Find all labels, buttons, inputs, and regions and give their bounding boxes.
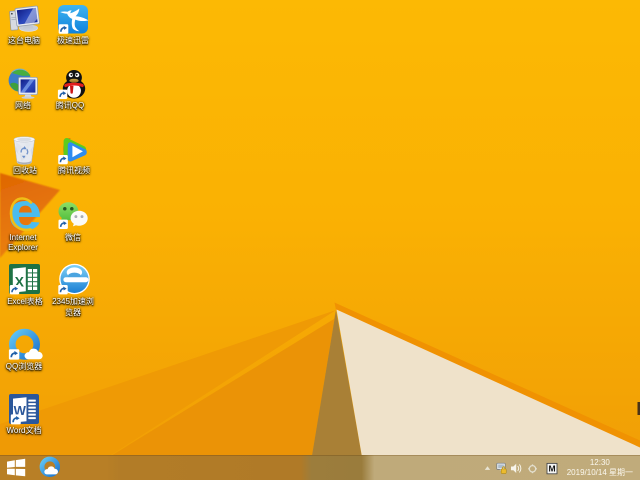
svg-text:M: M	[548, 464, 555, 474]
